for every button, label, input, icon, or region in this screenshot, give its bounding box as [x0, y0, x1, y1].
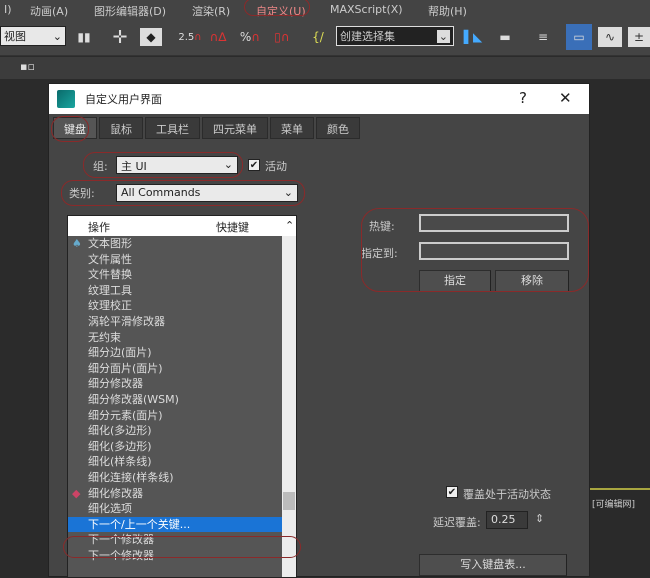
scroll-up-icon[interactable]: ⌃: [285, 219, 294, 232]
magnet-icon: ∩: [194, 31, 202, 43]
list-item[interactable]: 无约束: [68, 330, 282, 346]
percent-snap-icon[interactable]: % ∩: [238, 24, 262, 50]
list-item[interactable]: 细分元素(面片): [68, 408, 282, 424]
main-toolbar: 视图 ⌄ ▮▮ ✛ ◆ 2.5 ∩ ∩∆ % ∩ ▯∩ {/ 创建选择集 ⌄ ▌◣ ▬ …: [0, 18, 650, 56]
list-items: ♠ 文本图形 文件属性 文件替换 纹理工具 纹理校正 涡轮平滑修改器 无约束 细分边(面片) 细分…: [68, 236, 296, 563]
ref-coord-icon[interactable]: ▮▮: [72, 24, 96, 50]
delay-override-label: 延迟覆盖:: [433, 516, 481, 529]
spinner-icon[interactable]: ⇕: [535, 512, 544, 525]
tab-menus[interactable]: 菜单: [270, 117, 314, 139]
move-icon[interactable]: ✛: [108, 24, 132, 50]
modifier-icon: ◆: [72, 486, 81, 500]
tab-toolbars[interactable]: 工具栏: [145, 117, 200, 139]
scrollbar-thumb[interactable]: [283, 492, 295, 510]
dialog-titlebar: 自定义用户界面 ? ✕: [49, 84, 589, 114]
tab-bar: 键盘 鼠标 工具栏 四元菜单 菜单 颜色: [53, 117, 360, 139]
menu-item[interactable]: I): [4, 1, 12, 18]
help-button[interactable]: ?: [519, 89, 527, 107]
chevron-down-icon: ⌄: [436, 29, 450, 43]
list-item[interactable]: 细化(多边形): [68, 423, 282, 439]
list-item[interactable]: 细化(多边形): [68, 439, 282, 455]
layer-icon[interactable]: ≡: [532, 24, 554, 50]
highlight-oval: [51, 116, 89, 142]
list-item[interactable]: 细化连接(样条线): [68, 470, 282, 486]
delay-override-input[interactable]: 0.25: [486, 511, 528, 529]
highlight-oval: [361, 208, 589, 292]
highlight-oval: [83, 152, 243, 178]
list-item[interactable]: ◆ 细化修改器: [68, 486, 282, 502]
list-item[interactable]: 纹理校正: [68, 298, 282, 314]
write-keyboard-chart-button[interactable]: 写入键盘表...: [419, 554, 567, 576]
menubar: I) 动画(A) 图形编辑器(D) 渲染(R) 自定义(U) MAXScript…: [0, 0, 650, 18]
close-button[interactable]: ✕: [559, 89, 572, 107]
pivot-icon[interactable]: ◆: [140, 28, 162, 46]
column-header-action[interactable]: 操作: [88, 219, 110, 235]
list-item[interactable]: 下一个/上一个关键...: [68, 516, 282, 533]
schematic-view-icon[interactable]: ±: [628, 27, 650, 47]
override-checkbox[interactable]: ✔: [446, 486, 458, 498]
column-header-shortcut[interactable]: 快捷键: [216, 219, 249, 235]
list-item[interactable]: 细化(样条线): [68, 454, 282, 470]
list-item[interactable]: 细化选项: [68, 501, 282, 517]
list-item[interactable]: 文件替换: [68, 267, 282, 283]
list-item[interactable]: 细分边(面片): [68, 345, 282, 361]
tab-colors[interactable]: 颜色: [316, 117, 360, 139]
secondary-toolbar: ▪▫: [0, 57, 650, 79]
menu-item-maxscript[interactable]: MAXScript(X): [330, 1, 403, 18]
selection-set-combo[interactable]: 创建选择集 ⌄: [336, 26, 454, 46]
viewport-label: [可编辑网]: [592, 500, 636, 510]
highlight-oval: [63, 536, 301, 558]
scrollbar[interactable]: [282, 236, 296, 577]
list-header: 操作 快捷键 ⌃: [68, 216, 296, 236]
list-item[interactable]: 细分面片(面片): [68, 361, 282, 377]
selection-set-value: 创建选择集: [340, 30, 395, 43]
override-label: 覆盖处于活动状态: [463, 488, 551, 501]
list-item[interactable]: 细分修改器: [68, 376, 282, 392]
curve-editor-icon[interactable]: ∿: [598, 27, 622, 47]
align-icon[interactable]: ▬: [494, 24, 516, 50]
spinner-snap-icon[interactable]: ▯∩: [270, 24, 294, 50]
edit-named-selection-icon[interactable]: {/: [308, 24, 328, 50]
view-combo[interactable]: 视图 ⌄: [0, 26, 66, 46]
snap-toggle[interactable]: 2.5 ∩: [176, 24, 204, 50]
percent-label: %: [239, 30, 252, 44]
list-item[interactable]: 涡轮平滑修改器: [68, 314, 282, 330]
app-logo-icon: [57, 90, 75, 108]
view-combo-value: 视图: [4, 30, 26, 43]
list-item[interactable]: ♠ 文本图形: [68, 236, 282, 252]
action-list[interactable]: 操作 快捷键 ⌃ ♠ 文本图形 文件属性 文件替换 纹理工具 纹理校正 涡轮平滑修改器 无约束…: [67, 215, 297, 578]
highlight-oval: [244, 0, 310, 16]
mirror-icon[interactable]: ▌◣: [462, 24, 484, 50]
active-checkbox[interactable]: ✔: [248, 159, 260, 171]
tab-quad-menus[interactable]: 四元菜单: [202, 117, 268, 139]
text-shape-icon: ♠: [72, 237, 82, 250]
magnet-icon: ∩: [251, 30, 261, 44]
camera-icon[interactable]: ▪▫: [20, 60, 35, 73]
snap-value: 2.5: [178, 31, 195, 43]
list-item[interactable]: 细分修改器(WSM): [68, 392, 282, 408]
chevron-down-icon: ⌄: [52, 29, 62, 43]
angle-snap-icon[interactable]: ∩∆: [206, 24, 230, 50]
dialog-title: 自定义用户界面: [85, 93, 162, 106]
customize-ui-dialog: 自定义用户界面 ? ✕ 键盘 鼠标 工具栏 四元菜单 菜单 颜色 组: 主 UI…: [48, 83, 590, 578]
list-item[interactable]: 纹理工具: [68, 283, 282, 299]
active-label: 活动: [265, 160, 287, 173]
highlight-oval: [61, 180, 305, 206]
list-item[interactable]: 文件属性: [68, 252, 282, 268]
viewport-divider: [590, 488, 650, 490]
tab-mouse[interactable]: 鼠标: [99, 117, 143, 139]
scene-explorer-icon[interactable]: ▭: [566, 24, 592, 50]
